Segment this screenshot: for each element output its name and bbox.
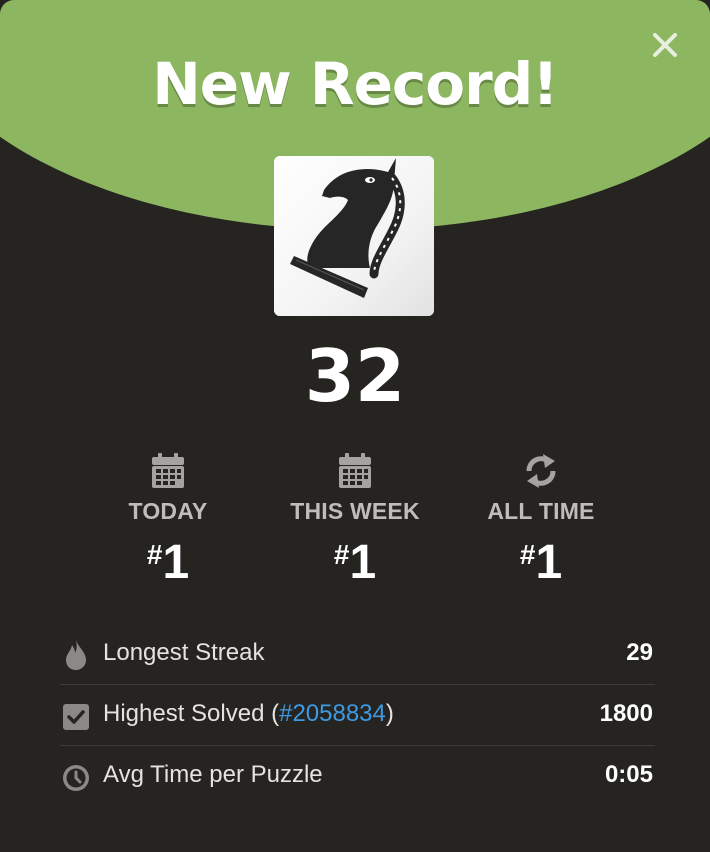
stat-label: Longest Streak xyxy=(103,639,265,666)
clock-icon xyxy=(63,765,89,791)
rank-label: ALL TIME xyxy=(487,498,595,524)
rank-this-week: THIS WEEK #1 xyxy=(255,452,455,589)
rank-value: #1 xyxy=(146,536,190,589)
stats-list: Longest Streak 29 Highest Solved (#20588… xyxy=(60,624,655,806)
score-value: 32 xyxy=(304,334,406,418)
rank-label: TODAY xyxy=(128,498,208,524)
stat-row-longest-streak: Longest Streak 29 xyxy=(60,624,655,685)
checkbox-icon xyxy=(63,704,89,730)
puzzle-link[interactable]: #2058834 xyxy=(279,700,386,727)
stat-row-avg-time: Avg Time per Puzzle 0:05 xyxy=(60,746,655,806)
refresh-icon xyxy=(526,454,556,488)
flame-icon xyxy=(66,640,86,670)
rank-value: #1 xyxy=(333,536,377,589)
stat-value: 1800 xyxy=(599,700,653,727)
calendar-icon xyxy=(152,453,184,488)
stat-row-highest-solved: Highest Solved (#2058834) 1800 xyxy=(60,685,655,746)
modal-title: New Record! xyxy=(152,50,558,118)
calendar-icon xyxy=(339,453,371,488)
stat-value: 29 xyxy=(626,639,653,666)
stat-label: Avg Time per Puzzle xyxy=(103,761,323,788)
puzzle-image xyxy=(274,156,434,316)
stat-value: 0:05 xyxy=(604,761,653,788)
rank-all-time: ALL TIME #1 xyxy=(441,452,641,589)
stat-label: Highest Solved (#2058834) xyxy=(103,700,394,727)
rank-value: #1 xyxy=(519,536,563,589)
rank-today: TODAY #1 xyxy=(68,452,268,589)
rank-label: THIS WEEK xyxy=(290,498,420,524)
knight-icon xyxy=(274,156,434,316)
new-record-modal: New Record! 32 TODAY #1 THIS WEEK #1 ALL… xyxy=(0,0,710,852)
